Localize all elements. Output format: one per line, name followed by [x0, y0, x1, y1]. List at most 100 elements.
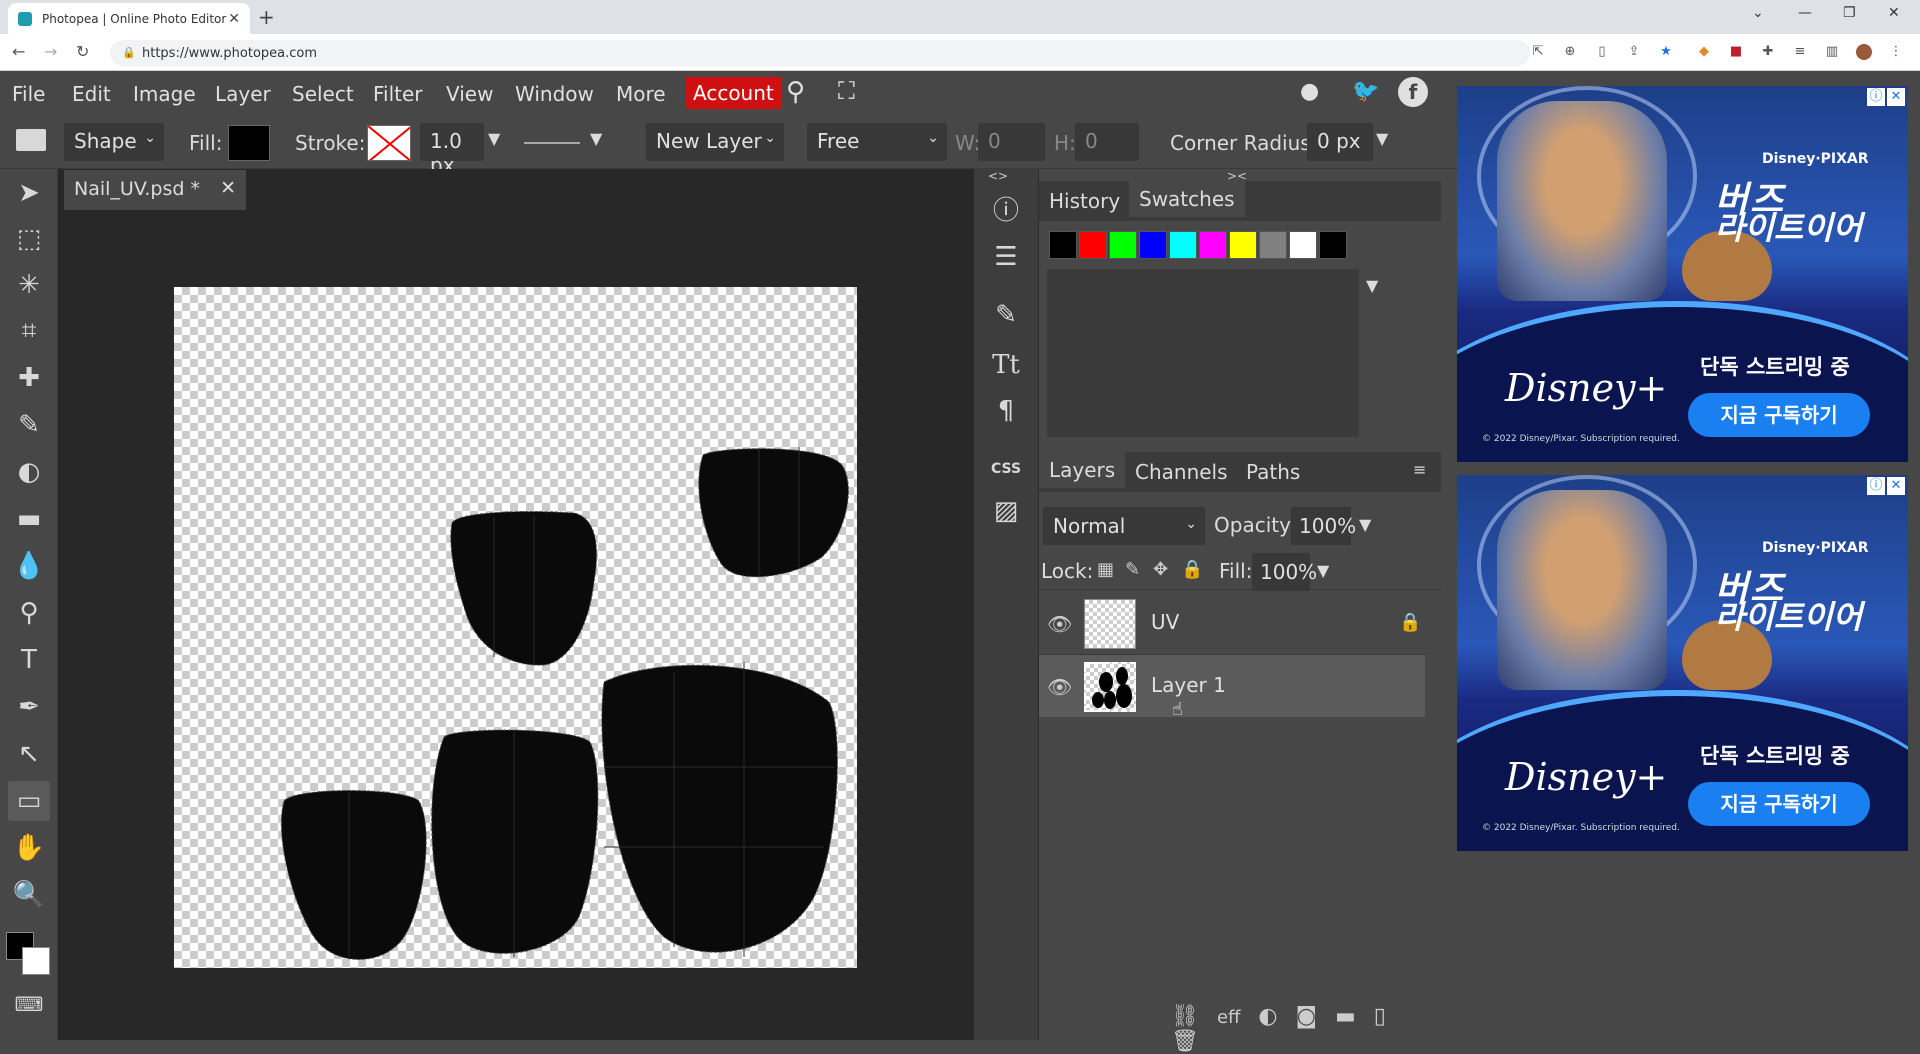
zoom-tool-icon[interactable]: 🔍	[8, 875, 50, 915]
collapse-left-icon[interactable]: <>	[988, 169, 1008, 183]
open-in-app-icon[interactable]: ⇱	[1530, 44, 1546, 60]
profile-avatar[interactable]	[1856, 44, 1872, 60]
bookmark-star-icon[interactable]: ★	[1658, 44, 1674, 60]
close-tab-icon[interactable]: ✕	[228, 11, 240, 27]
magic-wand-tool-icon[interactable]: ✳	[8, 265, 50, 305]
extension-shield-icon[interactable]: ■	[1728, 44, 1744, 60]
swatch-gray[interactable]	[1259, 231, 1287, 259]
lock-pixels-icon[interactable]: ✎	[1125, 559, 1140, 580]
page-icon[interactable]: ▯	[1594, 44, 1610, 60]
side-panel-icon[interactable]: ▥	[1824, 44, 1840, 60]
tab-swatches[interactable]: Swatches	[1129, 181, 1245, 217]
browser-menu-icon[interactable]: ⋮	[1888, 44, 1904, 60]
lock-transparency-icon[interactable]: ▦	[1097, 559, 1114, 580]
reload-icon[interactable]: ↻	[76, 42, 89, 61]
extensions-icon[interactable]: ✚	[1760, 44, 1776, 60]
fullscreen-icon[interactable]: ⛶	[838, 77, 855, 105]
swatch-blue[interactable]	[1139, 231, 1167, 259]
ad-banner-1[interactable]: Disney·PIXAR 버즈 라이트이어 Disney+ 단독 스트리밍 중 …	[1457, 86, 1908, 462]
adjustment-icon[interactable]: ◐	[1258, 1004, 1277, 1029]
swatch-green[interactable]	[1109, 231, 1137, 259]
search-icon[interactable]: ⚲	[786, 77, 805, 107]
close-window-button[interactable]: ✕	[1888, 5, 1900, 21]
image-canvas[interactable]	[174, 287, 857, 968]
extension-fox-icon[interactable]: ◆	[1696, 44, 1712, 60]
swatch-cyan[interactable]	[1169, 231, 1197, 259]
keyboard-icon[interactable]: ⌨	[8, 984, 50, 1024]
swatch-magenta[interactable]	[1199, 231, 1227, 259]
swatch-black[interactable]	[1049, 231, 1077, 259]
tab-paths[interactable]: Paths	[1246, 460, 1300, 484]
menu-filter[interactable]: Filter	[373, 82, 423, 106]
swatch-menu-arrow-icon[interactable]: ▼	[1366, 276, 1378, 295]
stroke-style-arrow-icon[interactable]: ▼	[590, 129, 602, 148]
reading-list-icon[interactable]: ≡	[1792, 44, 1808, 60]
zoom-icon[interactable]: ⊕	[1562, 44, 1578, 60]
visibility-eye-icon[interactable]: 👁	[1047, 612, 1072, 636]
mask-icon[interactable]: ◙	[1296, 1004, 1317, 1029]
layer-mode-dropdown[interactable]: New Layer ⌄	[646, 123, 784, 161]
fill-color-swatch[interactable]	[228, 125, 270, 161]
new-layer-icon[interactable]: ▯	[1374, 1004, 1386, 1029]
corner-radius-input[interactable]: 0 px	[1307, 123, 1373, 161]
stroke-width-input[interactable]: 1.0 px	[420, 123, 484, 177]
menu-image[interactable]: Image	[133, 82, 196, 106]
hand-tool-icon[interactable]: ✋	[8, 828, 50, 868]
width-input[interactable]: 0	[978, 123, 1045, 161]
tab-history[interactable]: History	[1049, 189, 1120, 213]
lock-position-icon[interactable]: ✥	[1153, 559, 1168, 580]
minimize-button[interactable]: —	[1798, 5, 1812, 21]
tab-layers[interactable]: Layers	[1039, 452, 1126, 488]
close-document-icon[interactable]: ✕	[220, 177, 236, 199]
type-tool-icon[interactable]: T	[8, 640, 50, 680]
constraint-dropdown[interactable]: Free ⌄	[807, 123, 947, 161]
url-field[interactable]: 🔒 https://www.photopea.com	[110, 40, 1530, 66]
healing-tool-icon[interactable]: ✚	[8, 358, 50, 398]
brush-tool-icon[interactable]: ✎	[8, 405, 50, 445]
adjustments-icon[interactable]: ☰	[986, 237, 1026, 277]
tab-search-icon[interactable]: ⌄	[1752, 5, 1764, 21]
stroke-style-line-icon[interactable]	[524, 142, 580, 144]
menu-select[interactable]: Select	[292, 82, 354, 106]
menu-window[interactable]: Window	[515, 82, 594, 106]
fill-input[interactable]: 100%	[1252, 553, 1317, 591]
swatch-yellow[interactable]	[1229, 231, 1257, 259]
lock-all-icon[interactable]: 🔒	[1181, 559, 1203, 580]
back-icon[interactable]: ←	[12, 42, 25, 61]
background-color-swatch[interactable]	[22, 947, 50, 975]
share-icon[interactable]: ⇪	[1626, 44, 1642, 60]
swatch-white[interactable]	[1289, 231, 1317, 259]
marquee-tool-icon[interactable]: ⬚	[8, 219, 50, 259]
new-tab-button[interactable]: +	[258, 5, 275, 29]
opacity-input[interactable]: 100%	[1291, 507, 1356, 545]
gradient-tool-icon[interactable]: ▬	[8, 499, 50, 539]
css-icon[interactable]: CSS	[986, 449, 1026, 489]
dodge-tool-icon[interactable]: ⚲	[8, 593, 50, 633]
ad-close-icon[interactable]: ✕	[1887, 88, 1905, 106]
tab-channels[interactable]: Channels	[1135, 460, 1228, 484]
ad-cta-button[interactable]: 지금 구독하기	[1688, 782, 1870, 826]
folder-icon[interactable]: ▬	[1335, 1004, 1356, 1029]
restore-button[interactable]: ❐	[1843, 5, 1856, 21]
menu-more[interactable]: More	[616, 82, 666, 106]
swatch-black-2[interactable]	[1319, 231, 1347, 259]
corner-radius-arrow-icon[interactable]: ▼	[1376, 129, 1388, 148]
menu-edit[interactable]: Edit	[72, 82, 111, 106]
brush-settings-icon[interactable]: ✎	[986, 295, 1026, 335]
twitter-icon[interactable]: 🐦	[1352, 79, 1379, 104]
facebook-icon[interactable]: f	[1398, 77, 1428, 107]
ad-banner-2[interactable]: Disney·PIXAR 버즈 라이트이어 Disney+ 단독 스트리밍 중 …	[1457, 475, 1908, 851]
fill-arrow-icon[interactable]: ▼	[1317, 561, 1329, 580]
menu-view[interactable]: View	[446, 82, 493, 106]
blur-tool-icon[interactable]: 💧	[8, 546, 50, 586]
account-button[interactable]: Account	[685, 77, 782, 109]
stroke-color-swatch[interactable]	[367, 125, 411, 161]
layer-row-uv[interactable]: 👁 UV 🔒	[1039, 592, 1425, 654]
move-tool-icon[interactable]: ➤	[8, 173, 50, 213]
ad-cta-button[interactable]: 지금 구독하기	[1688, 393, 1870, 437]
trash-icon[interactable]: 🗑	[1171, 1029, 1199, 1054]
paragraph-icon[interactable]: ¶	[986, 391, 1026, 431]
stroke-width-arrow-icon[interactable]: ▼	[488, 129, 500, 148]
crop-tool-icon[interactable]: ⌗	[8, 311, 50, 351]
ad-info-icon[interactable]: ⓘ	[1867, 88, 1885, 106]
